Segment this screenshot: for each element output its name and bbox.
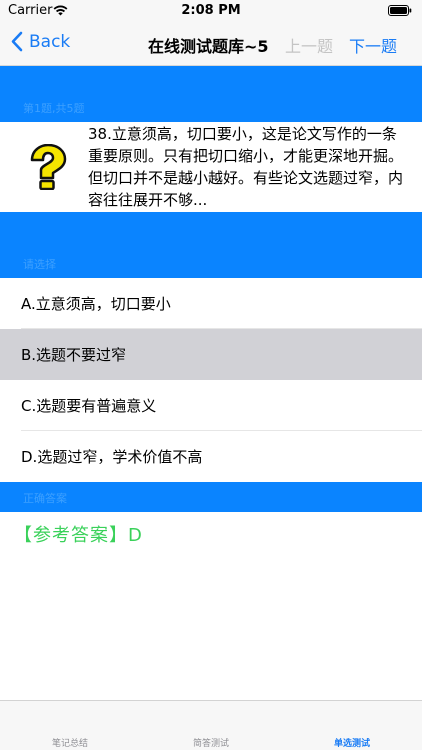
option-c[interactable]: C.选题要有普遍意义 — [0, 380, 422, 431]
question-mark-icon — [30, 144, 67, 190]
question-progress: 第1题,共5题 — [23, 102, 85, 115]
clock: 2:08 PM — [181, 3, 241, 18]
answer-header: 正确答案 — [23, 492, 67, 505]
chevron-left-icon — [11, 31, 23, 52]
status-bar: Carrier 2:08 PM — [0, 0, 422, 22]
question-header-bar: 第1题,共5题 — [0, 66, 422, 122]
back-button[interactable]: Back — [10, 31, 70, 52]
option-label: C.选题要有普遍意义 — [21, 397, 157, 415]
option-a[interactable]: A.立意须高，切口要小 — [0, 278, 422, 329]
previous-question-button[interactable]: 上一题 — [285, 33, 333, 57]
options-header-bar: 请选择 — [0, 212, 422, 278]
question-text: 38.立意须高，切口要小，这是论文写作的一条重要原则。只有把切口缩小，才能更深地… — [88, 125, 404, 209]
next-question-button[interactable]: 下一题 — [349, 33, 397, 57]
answer-header-bar: 正确答案 — [0, 482, 422, 512]
reference-answer: 【参考答案】D — [14, 525, 143, 546]
option-label: D.选题过窄，学术价值不高 — [21, 448, 203, 466]
navigation-bar: Back 在线测试题库~5 上一题 下一题 — [0, 22, 422, 66]
tab-notes-summary[interactable]: 笔记总结 — [0, 736, 140, 749]
tab-single-choice-test[interactable]: 单选测试 — [282, 736, 422, 749]
option-d[interactable]: D.选题过窄，学术价值不高 — [0, 431, 422, 482]
option-label: B.选题不要过窄 — [21, 346, 127, 364]
options-header: 请选择 — [23, 258, 56, 271]
tab-bar: 笔记总结 简答测试 单选测试 — [0, 700, 422, 750]
back-label: Back — [29, 31, 71, 52]
tab-short-answer-test[interactable]: 简答测试 — [141, 736, 281, 749]
option-b[interactable]: B.选题不要过窄 — [0, 329, 422, 380]
page-title: 在线测试题库~5 — [148, 37, 269, 56]
battery-icon — [388, 5, 412, 16]
option-label: A.立意须高，切口要小 — [21, 295, 171, 313]
question-row: 38.立意须高，切口要小，这是论文写作的一条重要原则。只有把切口缩小，才能更深地… — [0, 122, 422, 212]
